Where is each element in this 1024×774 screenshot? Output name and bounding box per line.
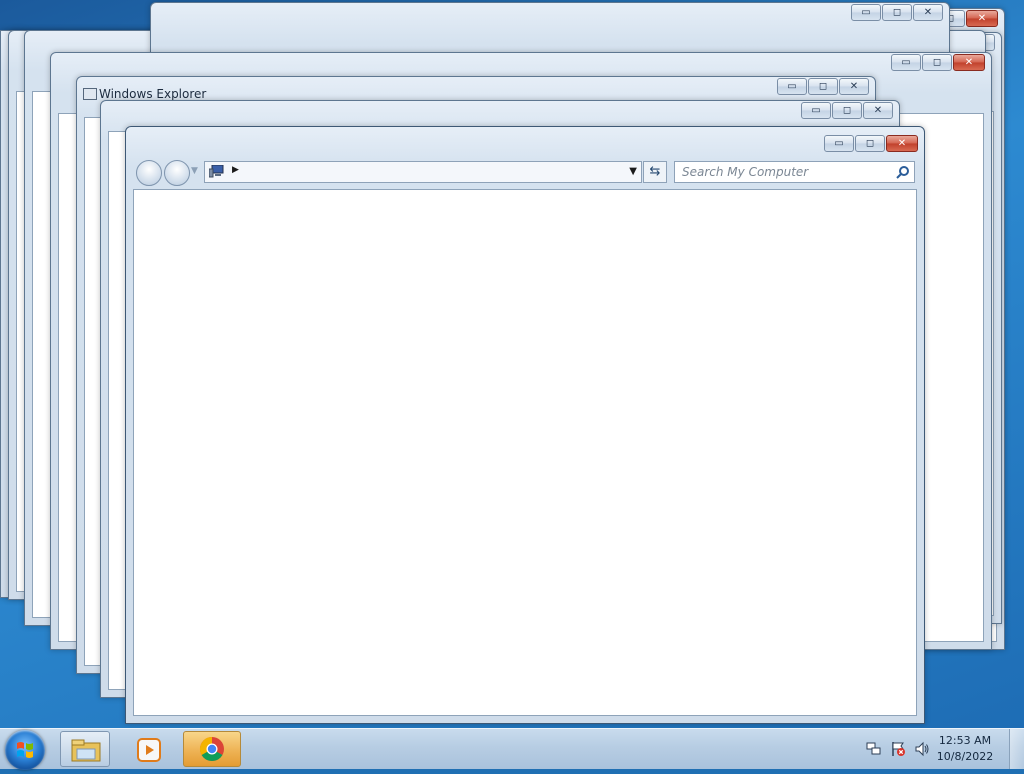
caption-buttons: ▭ ◻ ✕ xyxy=(824,135,918,153)
back-button[interactable] xyxy=(136,160,162,186)
close-button[interactable]: ✕ xyxy=(966,10,998,27)
clock-time: 12:53 AM xyxy=(938,734,992,747)
close-button[interactable]: ✕ xyxy=(863,102,893,119)
forward-button[interactable] xyxy=(164,160,190,186)
clock-date: 10/8/2022 xyxy=(936,750,994,763)
search-icon[interactable] xyxy=(896,165,910,179)
system-clock[interactable]: 12:53 AM 10/8/2022 xyxy=(930,733,1000,765)
windows-logo-icon xyxy=(17,742,33,758)
minimize-button[interactable]: ▭ xyxy=(801,102,831,119)
maximize-button[interactable]: ◻ xyxy=(808,78,838,95)
file-list-pane[interactable] xyxy=(133,189,917,716)
minimize-button[interactable]: ▭ xyxy=(824,135,854,152)
caption-buttons: ▭ ◻ ✕ xyxy=(891,54,985,72)
taskbar-file-explorer[interactable] xyxy=(60,731,110,767)
explorer-window-active[interactable]: ▭ ◻ ✕ ▼ ▶ ▼ ⇆ xyxy=(125,126,925,724)
action-center-flag-icon[interactable] xyxy=(890,741,906,757)
desktop: ◻ ✕ ⚲ ▭ ◻ ✕ ▭ ◻ ✕ ▭ ◻ ✕ xyxy=(0,0,1024,728)
chrome-icon xyxy=(199,737,224,762)
media-player-icon xyxy=(137,738,161,762)
taskbar: 12:53 AM 10/8/2022 xyxy=(0,728,1024,770)
caption-buttons: ▭ ◻ ✕ xyxy=(851,4,943,22)
caption-buttons: ▭ ◻ ✕ xyxy=(777,78,869,96)
taskbar-chrome[interactable] xyxy=(183,731,241,767)
minimize-button[interactable]: ▭ xyxy=(851,4,881,21)
start-button[interactable] xyxy=(5,730,45,770)
recent-pages-dropdown[interactable]: ▼ xyxy=(191,166,198,176)
breadcrumb-arrow-icon[interactable]: ▶ xyxy=(232,165,239,175)
window-title: Windows Explorer xyxy=(99,87,207,101)
maximize-button[interactable]: ◻ xyxy=(882,4,912,21)
maximize-button[interactable]: ◻ xyxy=(855,135,885,152)
address-dropdown-icon[interactable]: ▼ xyxy=(629,166,637,177)
minimize-button[interactable]: ▭ xyxy=(891,54,921,71)
file-explorer-icon xyxy=(71,739,101,762)
maximize-button[interactable]: ◻ xyxy=(922,54,952,71)
volume-icon[interactable] xyxy=(914,741,930,757)
search-input[interactable] xyxy=(674,161,915,183)
caption-buttons: ▭ ◻ ✕ xyxy=(801,102,893,120)
maximize-button[interactable]: ◻ xyxy=(832,102,862,119)
taskbar-media-player[interactable] xyxy=(122,731,174,767)
show-desktop-button[interactable] xyxy=(1009,729,1024,769)
close-button[interactable]: ✕ xyxy=(886,135,918,152)
explorer-window-icon xyxy=(83,88,97,100)
computer-icon xyxy=(209,165,224,178)
close-button[interactable]: ✕ xyxy=(839,78,869,95)
address-bar[interactable]: ▶ ▼ xyxy=(204,161,642,183)
refresh-button[interactable]: ⇆ xyxy=(643,161,667,183)
minimize-button[interactable]: ▭ xyxy=(777,78,807,95)
network-icon[interactable] xyxy=(866,741,882,757)
close-button[interactable]: ✕ xyxy=(953,54,985,71)
close-button[interactable]: ✕ xyxy=(913,4,943,21)
